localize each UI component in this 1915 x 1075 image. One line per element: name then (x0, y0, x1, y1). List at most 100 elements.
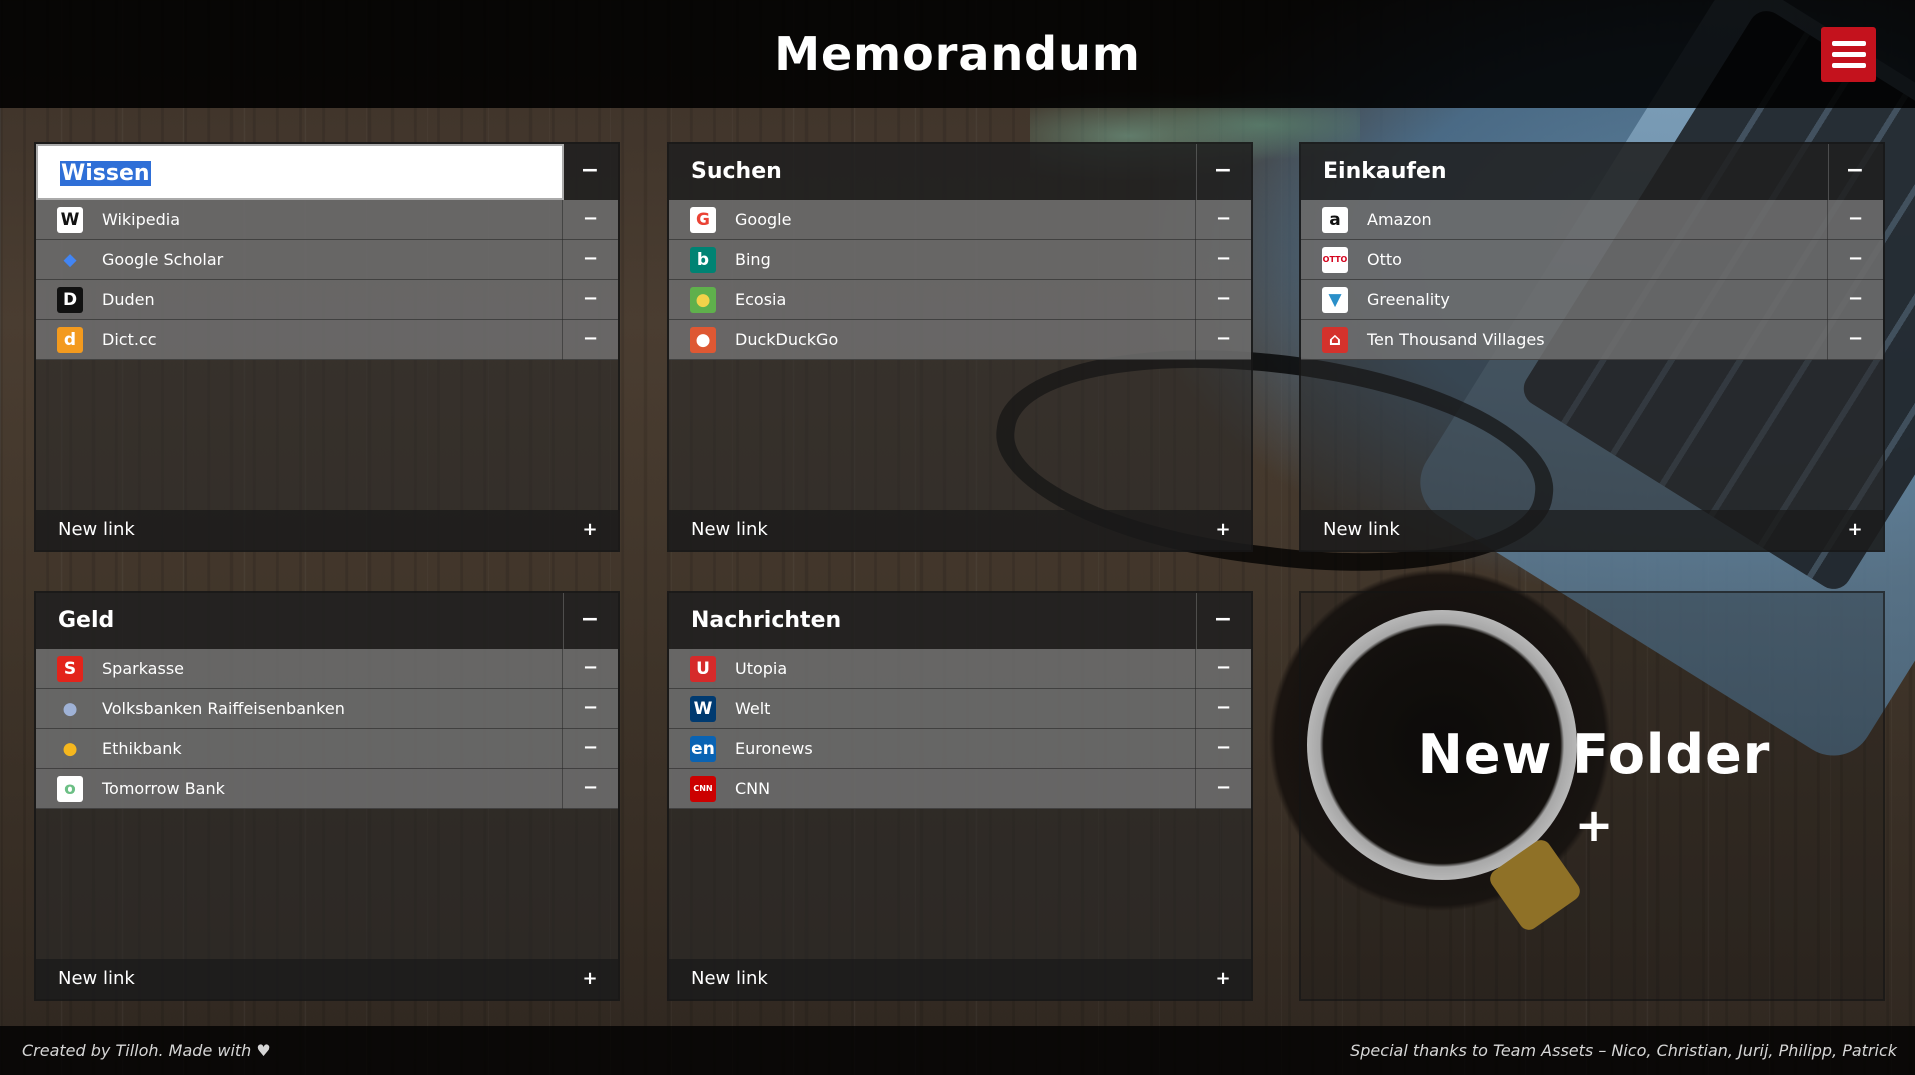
link-item[interactable]: U Utopia − (669, 649, 1251, 689)
remove-link-button[interactable]: − (1195, 689, 1251, 729)
link-label: DuckDuckGo (735, 330, 839, 349)
link-label: Ten Thousand Villages (1367, 330, 1545, 349)
link-item[interactable]: W Wikipedia − (36, 200, 618, 240)
link-label: Dict.cc (102, 330, 157, 349)
link-label: Duden (102, 290, 155, 309)
link-item[interactable]: a Amazon − (1301, 200, 1883, 240)
plus-icon: + (1215, 519, 1231, 540)
footer: Created by Tilloh. Made with ♥ Special t… (0, 1026, 1915, 1075)
folder-title-text: Nachrichten (691, 608, 842, 633)
remove-link-button[interactable]: − (1195, 200, 1251, 240)
ethikbank-icon: ● (62, 739, 78, 759)
link-label: Amazon (1367, 210, 1432, 229)
new-link-label: New link (691, 968, 768, 989)
new-link-button[interactable]: New link + (36, 510, 618, 550)
new-link-button[interactable]: New link + (669, 510, 1251, 550)
link-label: Volksbanken Raiffeisenbanken (102, 699, 345, 718)
remove-link-button[interactable]: − (1827, 280, 1883, 320)
link-label: Tomorrow Bank (102, 779, 225, 798)
folder-header: Nachrichten − (669, 593, 1251, 649)
link-label: Welt (735, 699, 771, 718)
cnn-icon: CNN (690, 776, 716, 802)
remove-folder-button[interactable]: − (1195, 144, 1251, 200)
remove-link-button[interactable]: − (1195, 649, 1251, 689)
link-item[interactable]: OTTO Otto − (1301, 240, 1883, 280)
amazon-icon: a (1322, 207, 1348, 233)
remove-link-button[interactable]: − (1195, 769, 1251, 809)
remove-link-button[interactable]: − (562, 280, 618, 320)
new-link-label: New link (691, 519, 768, 540)
folder-title[interactable]: Einkaufen (1301, 144, 1829, 200)
link-item[interactable]: ● Ethikbank − (36, 729, 618, 769)
dictcc-icon: d (57, 327, 83, 353)
link-label: Sparkasse (102, 659, 184, 678)
remove-folder-button[interactable]: − (562, 593, 618, 649)
welt-icon: W (690, 696, 716, 722)
new-link-button[interactable]: New link + (669, 959, 1251, 999)
link-list: S Sparkasse − ● Volksbanken Raiffeisenbanken… (36, 649, 618, 809)
remove-link-button[interactable]: − (1827, 200, 1883, 240)
remove-link-button[interactable]: − (1195, 729, 1251, 769)
remove-link-button[interactable]: − (562, 689, 618, 729)
folder-einkaufen: Einkaufen − a Amazon − OTTO Otto − ▼ Greenality − ⌂… (1299, 142, 1885, 552)
euronews-icon: en (690, 736, 716, 762)
sparkasse-icon: S (57, 656, 83, 682)
remove-link-button[interactable]: − (1195, 280, 1251, 320)
link-label: Bing (735, 250, 771, 269)
new-folder-button[interactable]: New Folder + (1299, 591, 1885, 1001)
remove-link-button[interactable]: − (1827, 320, 1883, 360)
ten-thousand-villages-icon: ⌂ (1322, 327, 1348, 353)
link-label: Euronews (735, 739, 813, 758)
folder-title[interactable]: Suchen (669, 144, 1197, 200)
plus-icon: + (1215, 968, 1231, 989)
folder-header: Einkaufen − (1301, 144, 1883, 200)
link-item[interactable]: CNN CNN − (669, 769, 1251, 809)
folder-title[interactable]: Geld (36, 593, 564, 649)
link-item[interactable]: W Welt − (669, 689, 1251, 729)
link-item[interactable]: ● Volksbanken Raiffeisenbanken − (36, 689, 618, 729)
remove-link-button[interactable]: − (1827, 240, 1883, 280)
new-link-button[interactable]: New link + (1301, 510, 1883, 550)
link-item[interactable]: en Euronews − (669, 729, 1251, 769)
link-item[interactable]: b Bing − (669, 240, 1251, 280)
link-item[interactable]: ◆ Google Scholar − (36, 240, 618, 280)
link-item[interactable]: o Tomorrow Bank − (36, 769, 618, 809)
link-label: CNN (735, 779, 771, 798)
new-link-button[interactable]: New link + (36, 959, 618, 999)
footer-thanks: Special thanks to Team Assets – Nico, Ch… (1350, 1041, 1897, 1060)
hamburger-menu-icon (1831, 52, 1866, 57)
folder-title-input[interactable]: Wissen (36, 144, 564, 200)
footer-credits: Created by Tilloh. Made with ♥ (22, 1041, 271, 1060)
remove-link-button[interactable]: − (562, 729, 618, 769)
plus-icon: + (1847, 519, 1863, 540)
menu-button[interactable] (1821, 27, 1876, 82)
link-item[interactable]: G Google − (669, 200, 1251, 240)
link-label: Google (735, 210, 792, 229)
folder-wissen: Wissen − W Wikipedia − ◆ Google Scholar − D Duden… (34, 142, 620, 552)
greenality-icon: ▼ (1322, 287, 1348, 313)
folder-title-text: Wissen (60, 161, 151, 186)
remove-link-button[interactable]: − (562, 240, 618, 280)
link-list: W Wikipedia − ◆ Google Scholar − D Duden − d Dict.… (36, 200, 618, 360)
link-item[interactable]: ▼ Greenality − (1301, 280, 1883, 320)
folder-title[interactable]: Nachrichten (669, 593, 1197, 649)
link-item[interactable]: ⌂ Ten Thousand Villages − (1301, 320, 1883, 360)
link-item[interactable]: D Duden − (36, 280, 618, 320)
remove-folder-button[interactable]: − (1195, 593, 1251, 649)
remove-link-button[interactable]: − (562, 320, 618, 360)
remove-link-button[interactable]: − (562, 649, 618, 689)
remove-link-button[interactable]: − (562, 769, 618, 809)
folder-title-text: Suchen (691, 159, 782, 184)
remove-link-button[interactable]: − (562, 200, 618, 240)
link-list: U Utopia − W Welt − en Euronews − CNN CNN − (669, 649, 1251, 809)
remove-folder-button[interactable]: − (1827, 144, 1883, 200)
link-item[interactable]: ● Ecosia − (669, 280, 1251, 320)
remove-folder-button[interactable]: − (562, 144, 618, 200)
link-item[interactable]: ● DuckDuckGo − (669, 320, 1251, 360)
link-item[interactable]: d Dict.cc − (36, 320, 618, 360)
folder-header: Suchen − (669, 144, 1251, 200)
link-item[interactable]: S Sparkasse − (36, 649, 618, 689)
link-label: Wikipedia (102, 210, 181, 229)
remove-link-button[interactable]: − (1195, 240, 1251, 280)
remove-link-button[interactable]: − (1195, 320, 1251, 360)
